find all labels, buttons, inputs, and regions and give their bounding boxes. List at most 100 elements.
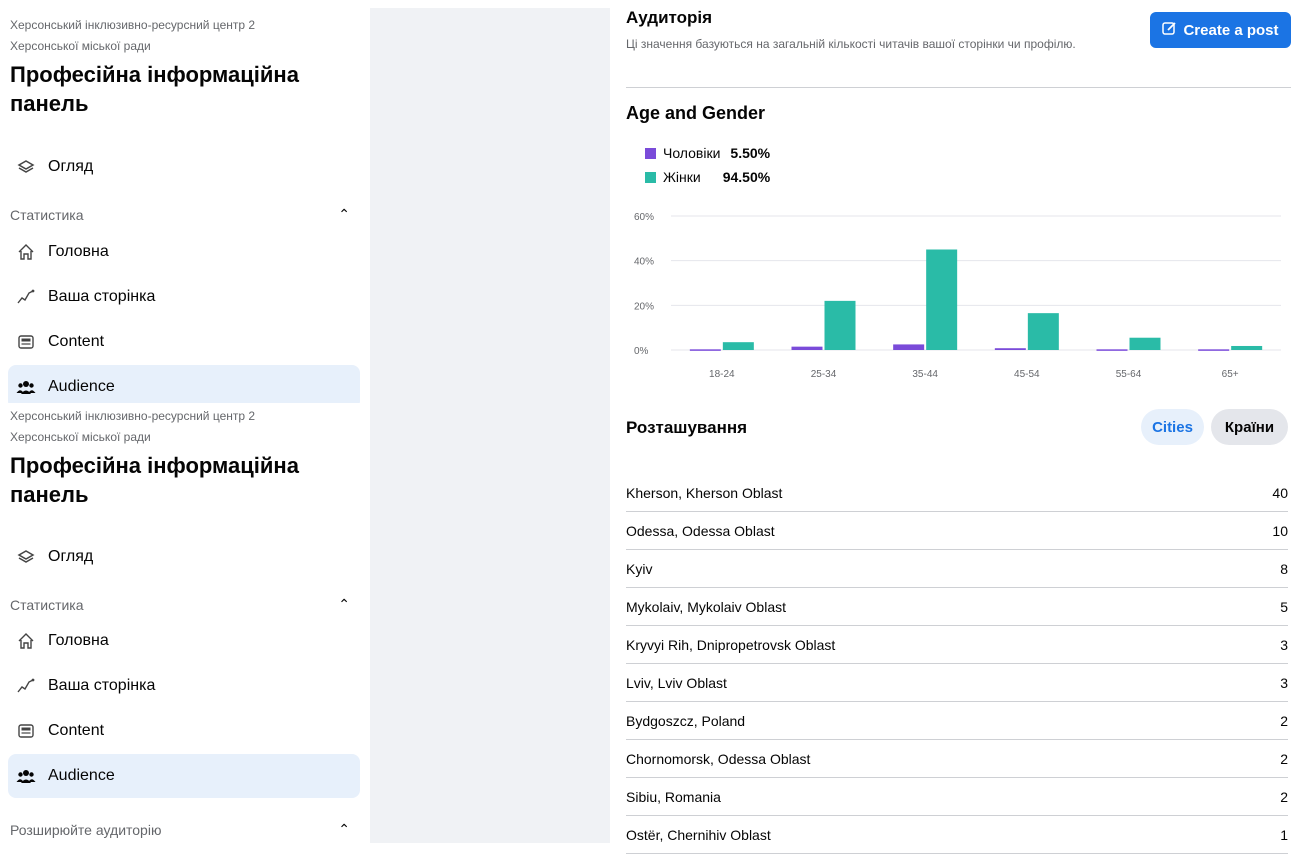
legend-women: Жінки 94.50% (645, 169, 770, 185)
location-row: Sibiu, Romania 2 (626, 778, 1288, 816)
trend-icon (16, 676, 36, 696)
section-label: Розширюйте аудиторію (10, 821, 162, 838)
create-post-button[interactable]: Create a post (1150, 12, 1291, 48)
edit-icon (1162, 21, 1177, 40)
main-panel: Аудиторія Ці значення базуються на загал… (610, 0, 1297, 854)
sidebar-item-content[interactable]: Content (8, 709, 360, 753)
bar-women[interactable] (824, 300, 856, 350)
sidebar-item-overview[interactable]: Огляд (8, 145, 360, 189)
location-value: 3 (1280, 636, 1288, 653)
bar-women[interactable] (1231, 345, 1263, 350)
org-name-line2: Херсонської міської ради (10, 39, 151, 53)
home-icon (16, 631, 36, 651)
x-tick-label: 45-54 (1014, 369, 1040, 380)
location-name: Chornomorsk, Odessa Oblast (626, 750, 811, 767)
location-title: Розташування (626, 418, 748, 437)
sidebar-item-label: Content (48, 722, 105, 739)
sidebar-item-your-page[interactable]: Ваша сторінка (8, 275, 360, 319)
x-tick-label: 35-44 (912, 369, 938, 380)
sidebar-item-label: Ваша сторінка (48, 288, 156, 305)
y-tick-label: 60% (634, 212, 654, 223)
sidebar-item-home[interactable]: Головна (8, 619, 360, 663)
bar-men[interactable] (689, 349, 721, 351)
legend-pct: 94.50% (722, 169, 771, 185)
location-name: Odessa, Odessa Oblast (626, 522, 775, 539)
page-title-line2: панель (10, 91, 89, 116)
content-icon (16, 332, 36, 352)
tab-countries[interactable]: Країни (1211, 409, 1288, 445)
bar-men[interactable] (994, 348, 1026, 350)
location-row: Kryvyi Rih, Dnipropetrovsk Oblast 3 (626, 626, 1288, 664)
chevron-up-icon: ⌃ (338, 821, 350, 837)
bar-women[interactable] (926, 249, 958, 351)
location-name: Kherson, Kherson Oblast (626, 484, 783, 501)
sidebar-item-audience[interactable]: Audience (8, 754, 360, 798)
location-row: Ostër, Chernihiv Oblast 1 (626, 816, 1288, 854)
bar-women[interactable] (1129, 337, 1161, 350)
section-label: Статистика (10, 596, 84, 613)
stats-section-header[interactable]: Статистика ⌃ (10, 596, 350, 613)
bar-women[interactable] (1027, 313, 1059, 350)
location-value: 3 (1280, 674, 1288, 691)
bar-men[interactable] (791, 346, 823, 350)
legend-swatch (645, 171, 656, 183)
page-title-line2: панель (10, 482, 89, 507)
legend-men: Чоловіки 5.50% (645, 145, 770, 161)
location-value: 10 (1272, 522, 1288, 539)
sidebar-item-content[interactable]: Content (8, 320, 360, 364)
location-name: Bydgoszcz, Poland (626, 712, 746, 729)
location-value: 2 (1280, 788, 1288, 805)
location-row: Kherson, Kherson Oblast 40 (626, 474, 1288, 512)
location-row: Bydgoszcz, Poland 2 (626, 702, 1288, 740)
sidebar-item-label: Content (48, 333, 105, 350)
sidebar-item-label: Головна (48, 632, 109, 649)
location-row: Lviv, Lviv Oblast 3 (626, 664, 1288, 702)
sidebar-item-overview[interactable]: Огляд (8, 535, 360, 579)
sidebar-item-label: Головна (48, 243, 109, 260)
age-gender-title: Age and Gender (626, 103, 766, 123)
people-icon (16, 766, 36, 786)
tab-cities[interactable]: Cities (1141, 409, 1204, 445)
org-name-line1: Херсонський інклюзивно-ресурсний центр 2 (10, 409, 256, 423)
bar-men[interactable] (893, 344, 925, 350)
sidebar-item-label: Огляд (48, 158, 94, 175)
layers-icon (16, 157, 36, 177)
sidebar-item-label: Ваша сторінка (48, 677, 156, 694)
audience-subtitle: Ці значення базуються на загальній кільк… (626, 37, 1076, 51)
location-name: Mykolaiv, Mykolaiv Oblast (626, 598, 787, 615)
location-value: 2 (1280, 712, 1288, 729)
home-icon (16, 242, 36, 262)
sidebar-item-home[interactable]: Головна (8, 230, 360, 274)
location-value: 2 (1280, 750, 1288, 767)
location-name: Kryvyi Rih, Dnipropetrovsk Oblast (626, 636, 836, 653)
location-name: Kyiv (626, 560, 653, 577)
bar-men[interactable] (1096, 349, 1128, 351)
section-label: Статистика (10, 206, 84, 223)
grow-section-header[interactable]: Розширюйте аудиторію ⌃ (10, 821, 350, 838)
location-value: 40 (1272, 484, 1288, 501)
create-post-label: Create a post (1183, 21, 1279, 39)
y-tick-label: 20% (634, 301, 654, 312)
y-tick-label: 40% (634, 257, 654, 268)
sidebar-item-audience[interactable]: Audience (8, 365, 360, 403)
bar-men[interactable] (1198, 349, 1230, 351)
legend-swatch (645, 147, 656, 159)
x-tick-label: 65+ (1222, 369, 1239, 380)
sidebar-item-your-page[interactable]: Ваша сторінка (8, 664, 360, 708)
content-icon (16, 721, 36, 741)
background-gap (370, 0, 610, 843)
sidebar-bottom: Херсонський інклюзивно-ресурсний центр 2… (0, 403, 370, 843)
location-row: Mykolaiv, Mykolaiv Oblast 5 (626, 588, 1288, 626)
location-row: Kyiv 8 (626, 550, 1288, 588)
trend-icon (16, 287, 36, 307)
people-icon (16, 377, 36, 397)
location-row: Chornomorsk, Odessa Oblast 2 (626, 740, 1288, 778)
divider (626, 87, 1291, 88)
stats-section-header[interactable]: Статистика ⌃ (10, 206, 350, 223)
legend-pct: 5.50% (730, 145, 771, 161)
org-name-line1: Херсонський інклюзивно-ресурсний центр 2 (10, 18, 256, 32)
bar-women[interactable] (722, 342, 754, 350)
sidebar-item-label: Audience (48, 378, 115, 395)
chevron-up-icon: ⌃ (338, 596, 350, 612)
legend-label: Жінки (663, 169, 701, 185)
